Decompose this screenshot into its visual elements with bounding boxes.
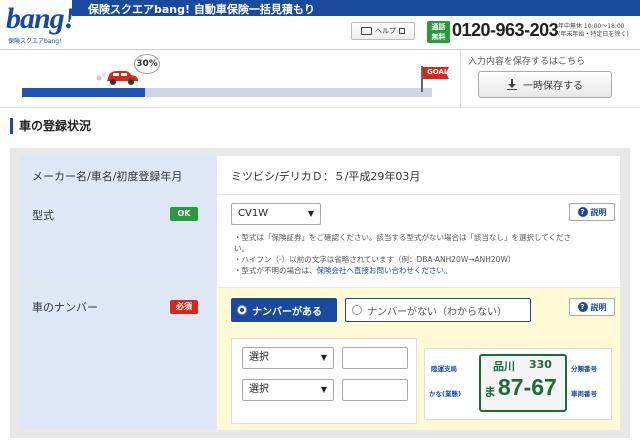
chevron-down-icon: ▼ [320, 353, 327, 362]
section-title: 車の登録状況 [10, 118, 91, 134]
maker-value-cell: ミツビシ/デリカＤ：５/平成29年03月 [217, 156, 620, 194]
vehicle-form: メーカー名/車名/初度登録年月 ミツビシ/デリカＤ：５/平成29年03月 型式 … [10, 148, 630, 438]
class-example-label: 分類番号 [571, 365, 597, 373]
model-label: 型式 [32, 209, 54, 222]
free-call-badge: 通話 無料 [427, 21, 450, 43]
radio-no-plate[interactable]: ナンバーがない（わからない） [345, 298, 531, 322]
model-note-2: い。 [234, 244, 249, 253]
model-note-3: ・ハイフン（-）以前の文字は省略されています（例：DBA-ANH20W→ANH2… [234, 255, 516, 264]
progress-divider [460, 50, 461, 108]
plate-class: 330 [529, 358, 552, 371]
plate-example: 陸運支局 分類番号 かな(業態) 車両番号 品川 330 ま 87-67 [424, 348, 612, 420]
goal-label: GOAL! [427, 68, 452, 76]
model-help-button[interactable]: ? 説明 [569, 203, 615, 221]
chevron-down-icon: ▼ [307, 209, 314, 218]
download-icon [507, 79, 517, 90]
plate-input-panel: 選択 ▼ 選択 ▼ [231, 338, 417, 424]
insurer-contact-link[interactable]: 保険会社へ直接お問い合わせください。 [317, 266, 452, 275]
car-icon [96, 71, 138, 85]
model-note-1: ・型式は「保険証券」をご確認ください。該当する型式がない場合は「該当なし」を選択… [234, 233, 572, 242]
question-icon: ? [577, 302, 588, 312]
required-badge: 必須 [170, 300, 198, 314]
radio-selected-icon [237, 305, 247, 315]
kana-select[interactable]: 選択 ▼ [242, 379, 334, 401]
plate-region: 品川 [493, 360, 515, 373]
logo[interactable]: bang! 保険スクエアbang! [6, 2, 75, 48]
vehicle-number-input[interactable] [342, 379, 408, 401]
plate-kana: ま [484, 385, 497, 399]
page-title: 保険スクエアbang! 自動車保険一括見積もり [88, 3, 315, 16]
business-hours: 年中無休 10:00～18:00 (年末年始・特定日を除く) [558, 23, 629, 38]
chevron-down-icon: ▼ [320, 385, 327, 394]
model-note-4: ・型式が不明の場合は、保険会社へ直接お問い合わせください。 [234, 266, 452, 275]
plate-number: 87-67 [498, 374, 557, 400]
license-plate-image: 品川 330 ま 87-67 [479, 354, 567, 412]
save-temporarily-button[interactable]: 一時保存する [478, 71, 612, 98]
help-button[interactable]: ヘルプ [351, 22, 415, 40]
model-select[interactable]: CV1W ▼ [231, 203, 321, 225]
progress-track [22, 88, 432, 97]
header: bang! 保険スクエアbang! 保険スクエアbang! 自動車保険一括見積も… [0, 0, 640, 50]
phone-number[interactable]: 0120-963-203 [452, 20, 559, 41]
radio-has-plate[interactable]: ナンバーがある [231, 298, 337, 322]
goal-flag-icon: GOAL! [418, 64, 452, 94]
progress-fill [22, 88, 145, 97]
maker-value: ミツビシ/デリカＤ：５/平成29年03月 [231, 170, 421, 183]
ok-badge: OK [170, 207, 198, 221]
maker-label-cell: メーカー名/車名/初度登録年月 [20, 156, 216, 194]
save-button-label: 一時保存する [523, 81, 583, 92]
progress-percent: 30% [134, 54, 160, 74]
logo-subtext: 保険スクエアbang! [8, 38, 62, 45]
plate-label: 車のナンバー [32, 301, 98, 314]
class-number-input[interactable] [342, 347, 408, 369]
window-icon [399, 28, 405, 34]
plate-value-cell: ナンバーがある ナンバーがない（わからない） ? 説明 選択 ▼ 選択 ▼ 陸運… [217, 288, 620, 430]
logo-text: bang! [6, 2, 75, 35]
region-example-label: 陸運支局 [431, 365, 457, 373]
model-value-cell: CV1W ▼ ? 説明 ・型式は「保険証券」をご確認ください。該当する型式がない… [217, 195, 620, 287]
plate-label-cell: 車のナンバー 必須 [20, 288, 216, 430]
question-icon: ? [577, 207, 588, 217]
title-bar: 保険スクエアbang! 自動車保険一括見積もり [72, 0, 640, 16]
monitor-icon [361, 27, 372, 35]
kana-example-label: かな(業態) [429, 390, 461, 398]
region-select[interactable]: 選択 ▼ [242, 347, 334, 369]
model-label-cell: 型式 OK [20, 195, 216, 287]
plate-help-button[interactable]: ? 説明 [569, 298, 615, 316]
help-button-label: ヘルプ [375, 27, 396, 35]
save-caption: 入力内容を保存するはこちら [468, 57, 586, 67]
radio-unselected-icon [352, 305, 362, 315]
maker-label: メーカー名/車名/初度登録年月 [32, 170, 183, 183]
number-example-label: 車両番号 [571, 390, 597, 398]
